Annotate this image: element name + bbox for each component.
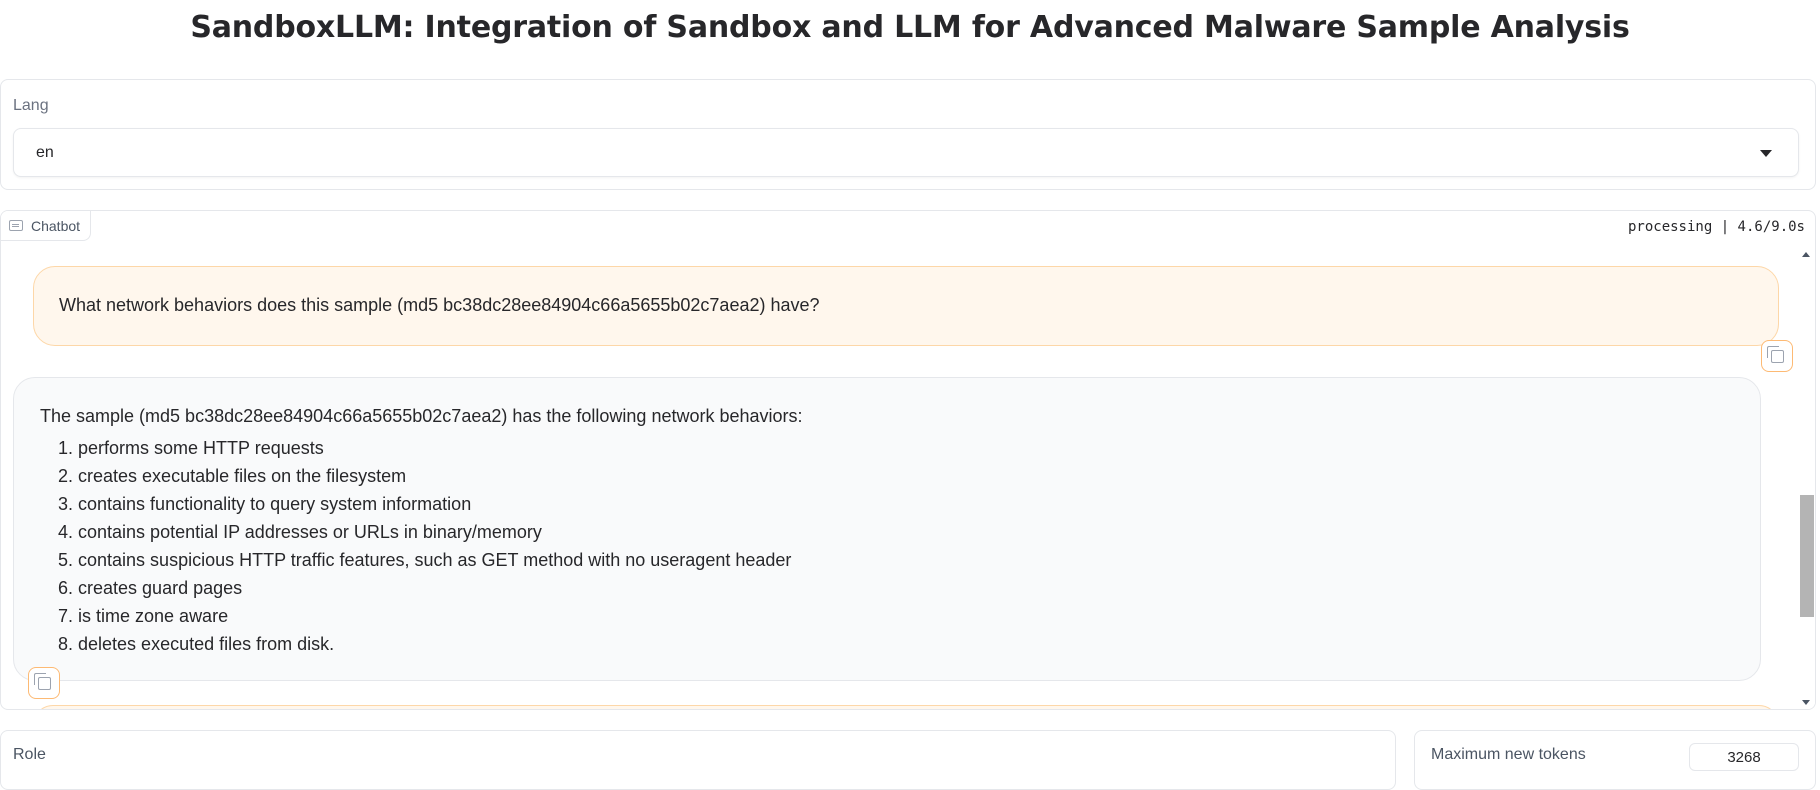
lang-label: Lang (13, 97, 49, 114)
chat-icon (9, 220, 23, 231)
copy-icon (1766, 345, 1784, 363)
list-item: 4. contains potential IP addresses or UR… (58, 522, 542, 542)
list-item: 8. deletes executed files from disk. (58, 634, 335, 654)
page-title: SandboxLLM: Integration of Sandbox and L… (190, 10, 1630, 45)
user-message: What network behaviors does this sample … (33, 266, 1779, 346)
bot-message-list: 1. performs some HTTP requests 2. create… (58, 434, 791, 658)
scroll-down-icon[interactable] (1802, 700, 1810, 705)
copy-user-message-button[interactable] (1761, 340, 1793, 372)
max-tokens-label: Maximum new tokens (1431, 746, 1586, 763)
copy-icon (33, 672, 51, 690)
chat-scrollbar[interactable] (1797, 246, 1815, 709)
user-message-text: What network behaviors does this sample … (59, 295, 820, 315)
lang-selected-value: en (36, 144, 54, 161)
list-item: 6. creates guard pages (58, 578, 243, 598)
user-message-next (33, 705, 1779, 709)
max-tokens-block: Maximum new tokens (1414, 730, 1816, 790)
processing-status: processing | 4.6/9.0s (1627, 219, 1805, 235)
list-item: 1. performs some HTTP requests (58, 438, 324, 458)
lang-select[interactable]: en (13, 128, 1799, 177)
chat-messages: What network behaviors does this sample … (1, 246, 1797, 709)
bot-message-intro: The sample (md5 bc38dc28ee84904c66a5655b… (40, 406, 803, 426)
copy-bot-message-button[interactable] (28, 667, 60, 699)
bot-message: The sample (md5 bc38dc28ee84904c66a5655b… (13, 377, 1761, 681)
list-item: 3. contains functionality to query syste… (58, 494, 472, 514)
list-item: 5. contains suspicious HTTP traffic feat… (58, 550, 792, 570)
role-block: Role (0, 730, 1396, 790)
scroll-up-icon[interactable] (1802, 252, 1810, 257)
chatbot-panel: Chatbot processing | 4.6/9.0s What netwo… (0, 210, 1816, 710)
chatbot-tab-label: Chatbot (31, 217, 81, 234)
list-item: 2. creates executable files on the files… (58, 466, 407, 486)
max-tokens-input[interactable] (1689, 743, 1799, 771)
chevron-down-icon[interactable] (1760, 150, 1772, 157)
role-label: Role (13, 746, 46, 763)
chatbot-tab: Chatbot (1, 211, 92, 241)
list-item: 7. is time zone aware (58, 606, 229, 626)
lang-dropdown-block: Lang en (0, 79, 1816, 190)
scrollbar-thumb[interactable] (1800, 495, 1814, 617)
